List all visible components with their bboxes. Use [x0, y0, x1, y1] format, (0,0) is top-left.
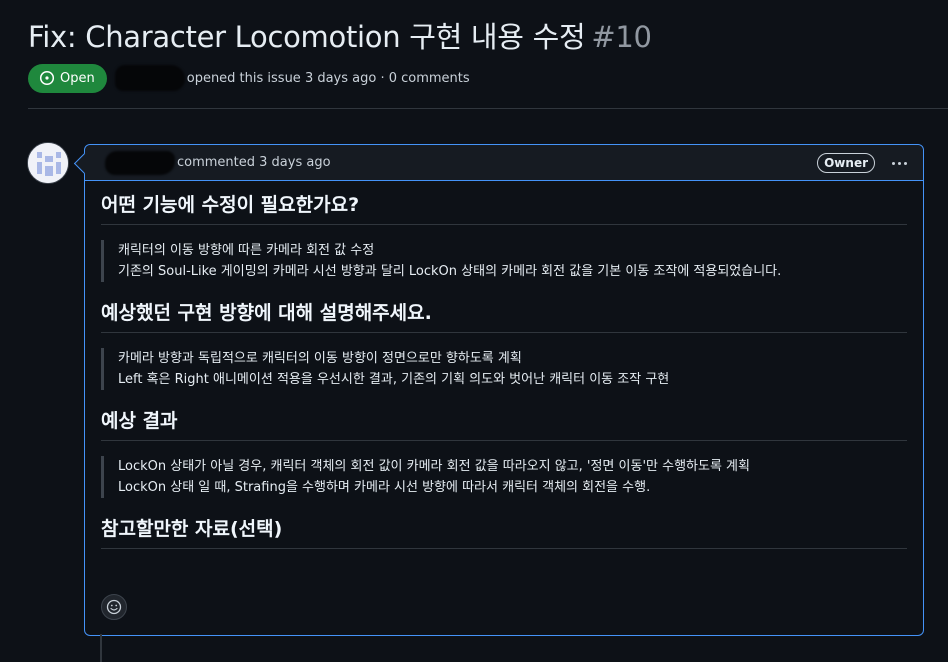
- smiley-icon[interactable]: [101, 594, 127, 620]
- owner-badge: Owner: [817, 153, 875, 173]
- comment-section: 예상했던 구현 방향에 대해 설명해주세요. 카메라 방향과 독립적으로 캐릭터…: [101, 299, 907, 390]
- quote-line: LockOn 상태 일 때, Strafing을 수행하며 카메라 시선 방향에…: [118, 480, 651, 495]
- section-heading: 예상 결과: [101, 407, 907, 441]
- issue-state-badge: Open: [28, 63, 107, 93]
- quote-line: 기존의 Soul-Like 게이밍의 카메라 시선 방향과 달리 LockOn …: [118, 264, 782, 279]
- header-divider: [28, 108, 948, 109]
- author-redacted[interactable]: [114, 65, 185, 91]
- issue-state-label: Open: [60, 70, 95, 86]
- comment-section: 참고할만한 자료(선택): [101, 515, 907, 549]
- blockquote: 카메라 방향과 독립적으로 캐릭터의 이동 방향이 정면으로만 향하도록 계획 …: [101, 348, 907, 390]
- quote-line: Left 혹은 Right 애니메이션 적용을 우선시한 결과, 기존의 기획 …: [118, 372, 670, 387]
- quote-line: 캐릭터의 이동 방향에 따른 카메라 회전 값 수정: [118, 243, 375, 258]
- section-heading: 참고할만한 자료(선택): [101, 515, 907, 549]
- quote-line: LockOn 상태가 아닐 경우, 캐릭터 객체의 회전 값이 카메라 회전 값…: [118, 459, 750, 474]
- blockquote: LockOn 상태가 아닐 경우, 캐릭터 객체의 회전 값이 카메라 회전 값…: [101, 456, 907, 498]
- comment-timestamp[interactable]: commented 3 days ago: [177, 155, 331, 170]
- issue-title: Fix: Character Locomotion 구현 내용 수정 #10: [28, 14, 652, 56]
- kebab-horizontal-icon[interactable]: [887, 154, 911, 172]
- issue-meta: Open opened this issue 3 days ago · 0 co…: [28, 63, 470, 93]
- comment-section: 어떤 기능에 수정이 필요한가요? 캐릭터의 이동 방향에 따른 카메라 회전 …: [101, 191, 907, 282]
- section-heading: 예상했던 구현 방향에 대해 설명해주세요.: [101, 299, 907, 333]
- commenter-redacted[interactable]: [105, 150, 175, 175]
- section-heading: 어떤 기능에 수정이 필요한가요?: [101, 191, 907, 225]
- comment-header: commented 3 days ago Owner: [85, 145, 923, 181]
- blockquote: 캐릭터의 이동 방향에 따른 카메라 회전 값 수정 기존의 Soul-Like…: [101, 240, 907, 282]
- issue-meta-text: opened this issue 3 days ago · 0 comment…: [186, 70, 470, 86]
- comment-body: 어떤 기능에 수정이 필요한가요? 캐릭터의 이동 방향에 따른 카메라 회전 …: [101, 191, 907, 566]
- comment-section: 예상 결과 LockOn 상태가 아닐 경우, 캐릭터 객체의 회전 값이 카메…: [101, 407, 907, 498]
- quote-line: 카메라 방향과 독립적으로 캐릭터의 이동 방향이 정면으로만 향하도록 계획: [118, 351, 522, 366]
- issue-number: #10: [591, 20, 652, 54]
- issue-title-text: Fix: Character Locomotion 구현 내용 수정: [28, 20, 586, 54]
- issue-comment: commented 3 days ago Owner 어떤 기능에 수정이 필요…: [84, 144, 924, 636]
- issue-open-icon: [39, 70, 55, 86]
- identicon-avatar[interactable]: [27, 142, 69, 184]
- timeline-line: [100, 634, 102, 662]
